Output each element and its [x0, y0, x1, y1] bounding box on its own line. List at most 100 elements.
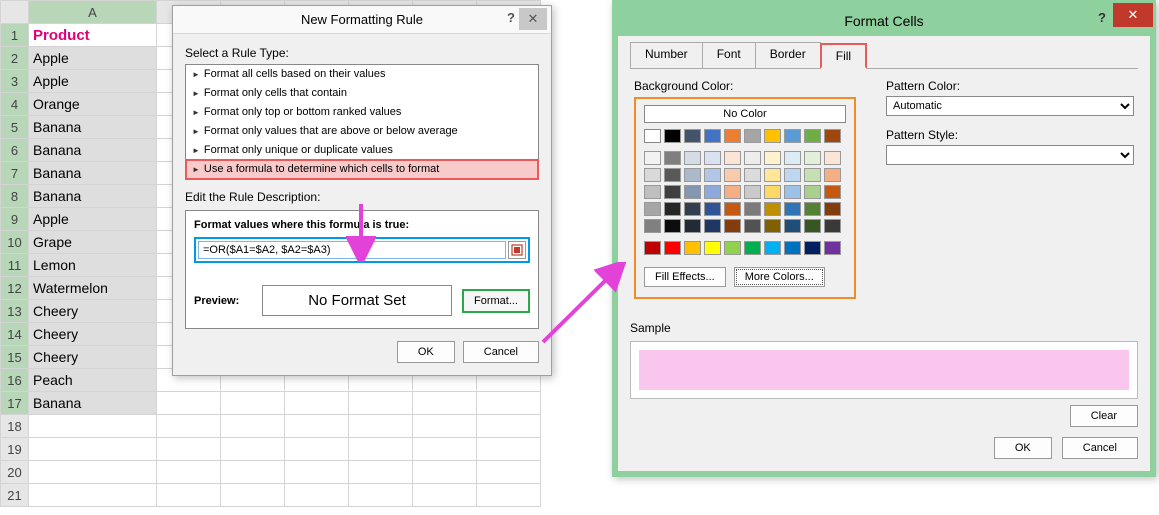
- cell[interactable]: [221, 392, 285, 415]
- color-swatch[interactable]: [824, 129, 841, 143]
- cancel-button[interactable]: Cancel: [463, 341, 539, 363]
- color-swatch[interactable]: [684, 129, 701, 143]
- row-header[interactable]: 1: [1, 24, 29, 47]
- cancel-button[interactable]: Cancel: [1062, 437, 1138, 459]
- cell[interactable]: [157, 438, 221, 461]
- cell[interactable]: [157, 392, 221, 415]
- cell[interactable]: [477, 438, 541, 461]
- cell[interactable]: [285, 461, 349, 484]
- col-header-A[interactable]: A: [29, 1, 157, 24]
- cell[interactable]: [349, 438, 413, 461]
- rule-type-item[interactable]: Format only unique or duplicate values: [186, 141, 538, 160]
- cell[interactable]: Banana: [29, 139, 157, 162]
- row-header[interactable]: 6: [1, 139, 29, 162]
- color-swatch[interactable]: [704, 151, 721, 165]
- color-swatch[interactable]: [684, 219, 701, 233]
- cell[interactable]: [29, 484, 157, 507]
- color-swatch[interactable]: [764, 241, 781, 255]
- color-swatch[interactable]: [664, 185, 681, 199]
- cell[interactable]: [285, 392, 349, 415]
- row-header[interactable]: 16: [1, 369, 29, 392]
- color-swatch[interactable]: [764, 151, 781, 165]
- color-swatch[interactable]: [664, 202, 681, 216]
- cell[interactable]: Cheery: [29, 346, 157, 369]
- color-swatch[interactable]: [824, 151, 841, 165]
- row-header[interactable]: 8: [1, 185, 29, 208]
- color-swatch[interactable]: [684, 185, 701, 199]
- color-swatch[interactable]: [744, 151, 761, 165]
- color-swatch[interactable]: [744, 202, 761, 216]
- color-swatch[interactable]: [664, 241, 681, 255]
- color-swatch[interactable]: [664, 151, 681, 165]
- color-swatch[interactable]: [644, 219, 661, 233]
- color-swatch[interactable]: [784, 185, 801, 199]
- cell[interactable]: [29, 415, 157, 438]
- row-header[interactable]: 20: [1, 461, 29, 484]
- close-icon[interactable]: ✕: [519, 8, 547, 30]
- cell[interactable]: [413, 392, 477, 415]
- color-swatch[interactable]: [644, 241, 661, 255]
- cell[interactable]: Apple: [29, 208, 157, 231]
- cell[interactable]: [221, 484, 285, 507]
- color-swatch[interactable]: [784, 151, 801, 165]
- color-swatch[interactable]: [684, 151, 701, 165]
- row-header[interactable]: 4: [1, 93, 29, 116]
- cell[interactable]: [349, 461, 413, 484]
- rule-type-item[interactable]: Format only values that are above or bel…: [186, 122, 538, 141]
- cell[interactable]: Watermelon: [29, 277, 157, 300]
- color-swatch[interactable]: [784, 129, 801, 143]
- color-swatch[interactable]: [724, 202, 741, 216]
- color-swatch[interactable]: [684, 168, 701, 182]
- color-swatch[interactable]: [804, 202, 821, 216]
- rule-type-item[interactable]: Use a formula to determine which cells t…: [186, 160, 538, 179]
- color-swatch[interactable]: [824, 168, 841, 182]
- tab-fill[interactable]: Fill: [820, 43, 867, 69]
- color-swatch[interactable]: [804, 219, 821, 233]
- ok-button[interactable]: OK: [994, 437, 1052, 459]
- tab-font[interactable]: Font: [702, 42, 756, 68]
- color-swatch[interactable]: [644, 129, 661, 143]
- row-header[interactable]: 18: [1, 415, 29, 438]
- cell[interactable]: Orange: [29, 93, 157, 116]
- color-swatch[interactable]: [824, 202, 841, 216]
- color-swatch[interactable]: [764, 129, 781, 143]
- cell[interactable]: [477, 392, 541, 415]
- format-button[interactable]: Format...: [462, 289, 530, 313]
- color-swatch[interactable]: [824, 241, 841, 255]
- row-header[interactable]: 21: [1, 484, 29, 507]
- pattern-style-select[interactable]: [886, 145, 1134, 165]
- color-swatch[interactable]: [824, 219, 841, 233]
- cell[interactable]: [157, 415, 221, 438]
- color-swatch[interactable]: [704, 185, 721, 199]
- color-swatch[interactable]: [704, 219, 721, 233]
- color-swatch[interactable]: [804, 241, 821, 255]
- cell[interactable]: Lemon: [29, 254, 157, 277]
- row-header[interactable]: 10: [1, 231, 29, 254]
- color-swatch[interactable]: [704, 241, 721, 255]
- cell[interactable]: [349, 415, 413, 438]
- color-swatch[interactable]: [724, 185, 741, 199]
- cell[interactable]: Cheery: [29, 323, 157, 346]
- rule-type-item[interactable]: Format all cells based on their values: [186, 65, 538, 84]
- close-icon[interactable]: ✕: [1113, 3, 1153, 27]
- color-swatch[interactable]: [744, 241, 761, 255]
- pattern-color-select[interactable]: Automatic: [886, 96, 1134, 116]
- cell[interactable]: [285, 438, 349, 461]
- cell[interactable]: [157, 484, 221, 507]
- cell[interactable]: Banana: [29, 185, 157, 208]
- cell[interactable]: [285, 484, 349, 507]
- row-header[interactable]: 14: [1, 323, 29, 346]
- color-swatch[interactable]: [784, 219, 801, 233]
- cell[interactable]: [349, 392, 413, 415]
- cell[interactable]: Product: [29, 24, 157, 47]
- color-swatch[interactable]: [804, 151, 821, 165]
- cell[interactable]: [349, 484, 413, 507]
- more-colors-button[interactable]: More Colors...: [734, 267, 825, 287]
- color-swatch[interactable]: [704, 168, 721, 182]
- color-swatch[interactable]: [764, 219, 781, 233]
- row-header[interactable]: 7: [1, 162, 29, 185]
- cell[interactable]: [221, 461, 285, 484]
- color-swatch[interactable]: [744, 219, 761, 233]
- color-swatch[interactable]: [644, 185, 661, 199]
- row-header[interactable]: 12: [1, 277, 29, 300]
